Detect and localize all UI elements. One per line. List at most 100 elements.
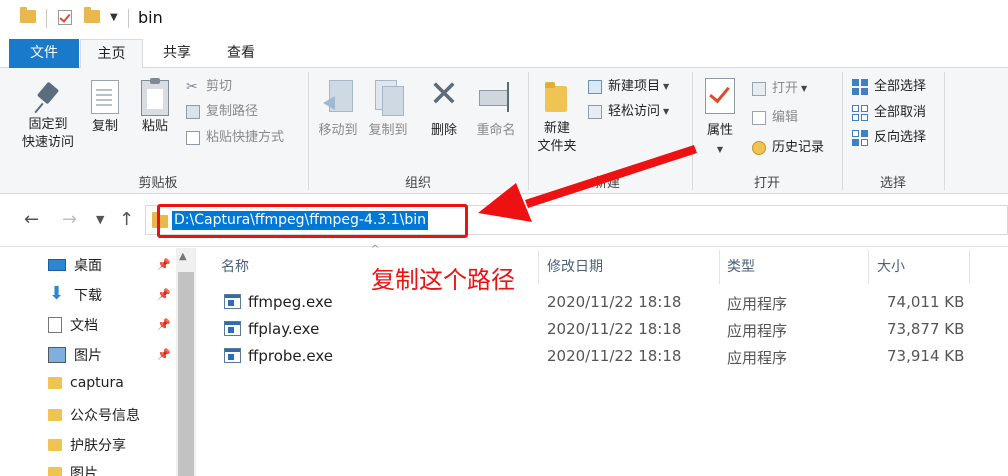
divider <box>692 72 693 190</box>
edit-button[interactable]: 编辑 <box>752 109 798 127</box>
nav-item-pictures[interactable]: 图片 <box>48 345 102 365</box>
pin-icon[interactable]: 📌 <box>157 318 171 331</box>
file-date: 2020/11/22 18:18 <box>547 320 682 338</box>
new-item-button[interactable]: 新建项目 ▼ <box>588 78 669 96</box>
nav-scrollbar-thumb[interactable] <box>178 272 194 476</box>
new-folder-quick-access-icon[interactable] <box>84 7 100 23</box>
application-icon <box>224 321 241 336</box>
nav-item-captura[interactable]: captura <box>48 375 124 391</box>
nav-item-folder[interactable]: 公众号信息 <box>48 405 140 425</box>
select-all-button[interactable]: 全部选择 <box>852 78 926 96</box>
move-to-label: 移动到 <box>318 123 358 138</box>
up-arrow-icon[interactable]: ↑ <box>119 209 134 230</box>
paste-shortcut-icon <box>186 131 200 145</box>
file-type: 应用程序 <box>727 349 788 367</box>
cut-button[interactable]: 剪切 <box>186 78 232 96</box>
file-date: 2020/11/22 18:18 <box>547 293 682 311</box>
new-folder-button[interactable]: 新建 文件夹 <box>532 78 582 156</box>
divider <box>842 72 843 190</box>
paste-shortcut-label: 粘贴快捷方式 <box>206 130 285 145</box>
copy-label: 复制 <box>91 119 118 134</box>
paste-shortcut-button[interactable]: 粘贴快捷方式 <box>186 129 284 147</box>
new-folder-label-line2: 文件夹 <box>537 139 577 154</box>
copy-to-label: 复制到 <box>368 123 408 138</box>
pin-icon[interactable]: 📌 <box>157 288 171 301</box>
tab-file[interactable]: 文件 <box>9 39 79 68</box>
ribbon: 固定到 快速访问 复制 粘贴 剪切 复制路径 粘贴快捷方式 剪贴板 移动到 复制… <box>0 68 1008 194</box>
invert-selection-button[interactable]: 反向选择 <box>852 129 926 147</box>
open-button[interactable]: 打开 ▼ <box>752 80 807 98</box>
back-arrow-icon[interactable]: ← <box>24 209 39 230</box>
recent-locations-chevron-icon[interactable]: ▼ <box>96 213 104 226</box>
select-all-icon <box>852 79 868 95</box>
copy-path-button[interactable]: 复制路径 <box>186 103 258 121</box>
pin-icon[interactable]: 📌 <box>157 258 171 271</box>
forward-arrow-icon[interactable]: → <box>62 209 77 230</box>
tab-home[interactable]: 主页 <box>80 39 143 69</box>
history-label: 历史记录 <box>772 140 825 155</box>
documents-icon <box>48 317 62 333</box>
table-row[interactable]: ffmpeg.exe 2020/11/22 18:18 应用程序 74,011 … <box>220 289 980 315</box>
open-label: 打开 <box>772 81 799 96</box>
nav-item-documents[interactable]: 文档 <box>48 315 98 335</box>
copy-to-button[interactable]: 复制到 <box>364 78 412 140</box>
paste-button[interactable]: 粘贴 <box>136 78 174 136</box>
select-none-button[interactable]: 全部取消 <box>852 104 926 122</box>
delete-label: 删除 <box>430 123 457 138</box>
new-item-icon <box>588 80 602 94</box>
file-name: ffmpeg.exe <box>248 293 333 311</box>
scroll-up-arrow-icon[interactable]: ▲ <box>179 251 187 262</box>
copy-button[interactable]: 复制 <box>86 80 124 136</box>
nav-item-folder[interactable]: 护肤分享 <box>48 435 126 455</box>
window-title: bin <box>138 8 163 27</box>
copy-to-icon <box>371 78 405 116</box>
chevron-down-icon: ▼ <box>716 145 724 154</box>
delete-button[interactable]: ✕ 删除 <box>424 77 464 140</box>
navigation-pane: 桌面 📌 下载 📌 文档 📌 图片 📌 captura 公众号信息 护肤分享 图… <box>0 248 196 476</box>
nav-item-desktop[interactable]: 桌面 <box>48 255 102 275</box>
nav-item-label: 下载 <box>74 288 102 304</box>
history-icon <box>752 141 766 155</box>
divider <box>868 250 869 284</box>
column-header-type[interactable]: 类型 <box>727 256 755 276</box>
folder-icon <box>48 409 62 421</box>
sort-ascending-icon: ^ <box>371 244 380 255</box>
column-header-size[interactable]: 大小 <box>877 256 905 276</box>
divider <box>719 250 720 284</box>
tab-view[interactable]: 查看 <box>214 39 268 69</box>
move-to-button[interactable]: 移动到 <box>314 78 362 140</box>
easy-access-button[interactable]: 轻松访问 ▼ <box>588 103 669 121</box>
rename-icon <box>477 78 515 114</box>
nav-item-downloads[interactable]: 下载 <box>48 283 102 305</box>
nav-item-label: 桌面 <box>74 258 102 274</box>
cut-label: 剪切 <box>206 79 233 94</box>
new-group-label: 新建 <box>593 176 620 191</box>
tab-share[interactable]: 共享 <box>150 39 204 69</box>
divider <box>308 72 309 190</box>
nav-item-label: 公众号信息 <box>70 408 140 424</box>
nav-item-folder[interactable]: 图片 <box>48 463 98 476</box>
customize-quick-access-chevron-icon[interactable]: ▼ <box>110 12 118 23</box>
column-header-date[interactable]: 修改日期 <box>547 256 603 276</box>
select-all-label: 全部选择 <box>874 79 927 94</box>
pin-to-quick-access-button[interactable]: 固定到 快速访问 <box>14 80 82 152</box>
rename-button[interactable]: 重命名 <box>472 78 520 140</box>
column-header-name[interactable]: 名称 <box>221 256 249 276</box>
ribbon-tabs: 文件 主页 共享 查看 <box>0 38 1008 69</box>
paste-label: 粘贴 <box>141 119 168 134</box>
open-group-label: 打开 <box>753 176 780 191</box>
pin-label-line1: 固定到 <box>28 117 68 132</box>
annotation-text: 复制这个路径 <box>371 266 515 294</box>
table-row[interactable]: ffplay.exe 2020/11/22 18:18 应用程序 73,877 … <box>220 316 980 342</box>
copy-icon <box>91 80 119 114</box>
desktop-icon <box>48 259 66 271</box>
paste-icon <box>141 78 169 116</box>
properties-button[interactable]: 属性 ▼ <box>700 78 740 159</box>
history-button[interactable]: 历史记录 <box>752 139 824 157</box>
pin-icon[interactable]: 📌 <box>157 348 171 361</box>
nav-item-label: 护肤分享 <box>70 438 126 454</box>
table-row[interactable]: ffprobe.exe 2020/11/22 18:18 应用程序 73,914… <box>220 343 980 369</box>
select-group-label: 选择 <box>879 176 906 191</box>
invert-selection-icon <box>852 130 868 146</box>
properties-quick-access-icon[interactable] <box>58 10 72 25</box>
